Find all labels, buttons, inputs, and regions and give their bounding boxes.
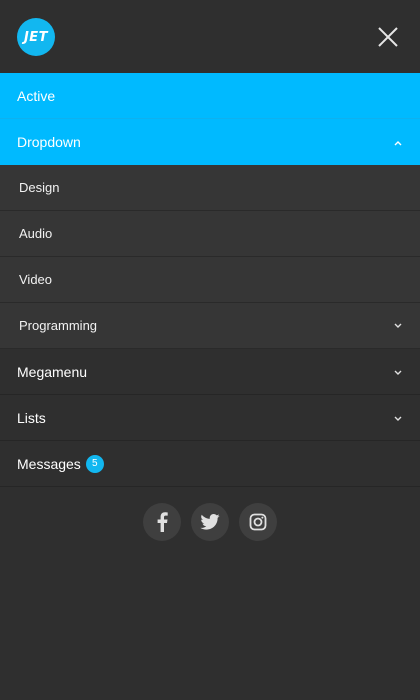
submenu-item-label: Video	[19, 272, 53, 287]
menu-item-active[interactable]: Active	[0, 73, 420, 119]
facebook-icon[interactable]	[143, 503, 181, 541]
submenu-item-programming[interactable]: Programming	[0, 303, 420, 349]
chevron-down-icon[interactable]	[392, 320, 404, 332]
menu-item-label: Dropdown	[17, 134, 81, 150]
header: JET	[0, 0, 420, 73]
submenu-item-label: Design	[19, 180, 60, 195]
menu-item-label: Lists	[17, 409, 46, 426]
logo[interactable]: JET	[17, 18, 55, 56]
social-links	[143, 503, 277, 541]
menu-item-lists[interactable]: Lists	[0, 395, 420, 441]
messages-count-badge: 5	[85, 454, 104, 473]
chevron-up-icon[interactable]	[392, 136, 404, 148]
submenu-item-video[interactable]: Video	[0, 257, 420, 303]
submenu-item-label: Audio	[19, 226, 53, 241]
submenu-item-label: Programming	[19, 318, 98, 333]
submenu-item-audio[interactable]: Audio	[0, 211, 420, 257]
menu-item-megamenu[interactable]: Megamenu	[0, 349, 420, 395]
menu-item-label: Active	[17, 87, 56, 104]
twitter-icon[interactable]	[191, 503, 229, 541]
menu-item-messages[interactable]: Messages 5	[0, 441, 420, 487]
menu-item-label: Messages	[17, 455, 81, 472]
chevron-down-icon[interactable]	[392, 412, 404, 424]
close-icon[interactable]	[376, 25, 400, 49]
chevron-down-icon[interactable]	[392, 366, 404, 378]
mobile-menu: Active Dropdown Design Audio Video Progr…	[0, 73, 420, 487]
menu-item-dropdown[interactable]: Dropdown	[0, 119, 420, 165]
submenu-item-design[interactable]: Design	[0, 165, 420, 211]
instagram-icon[interactable]	[239, 503, 277, 541]
menu-item-label: Megamenu	[17, 363, 88, 380]
